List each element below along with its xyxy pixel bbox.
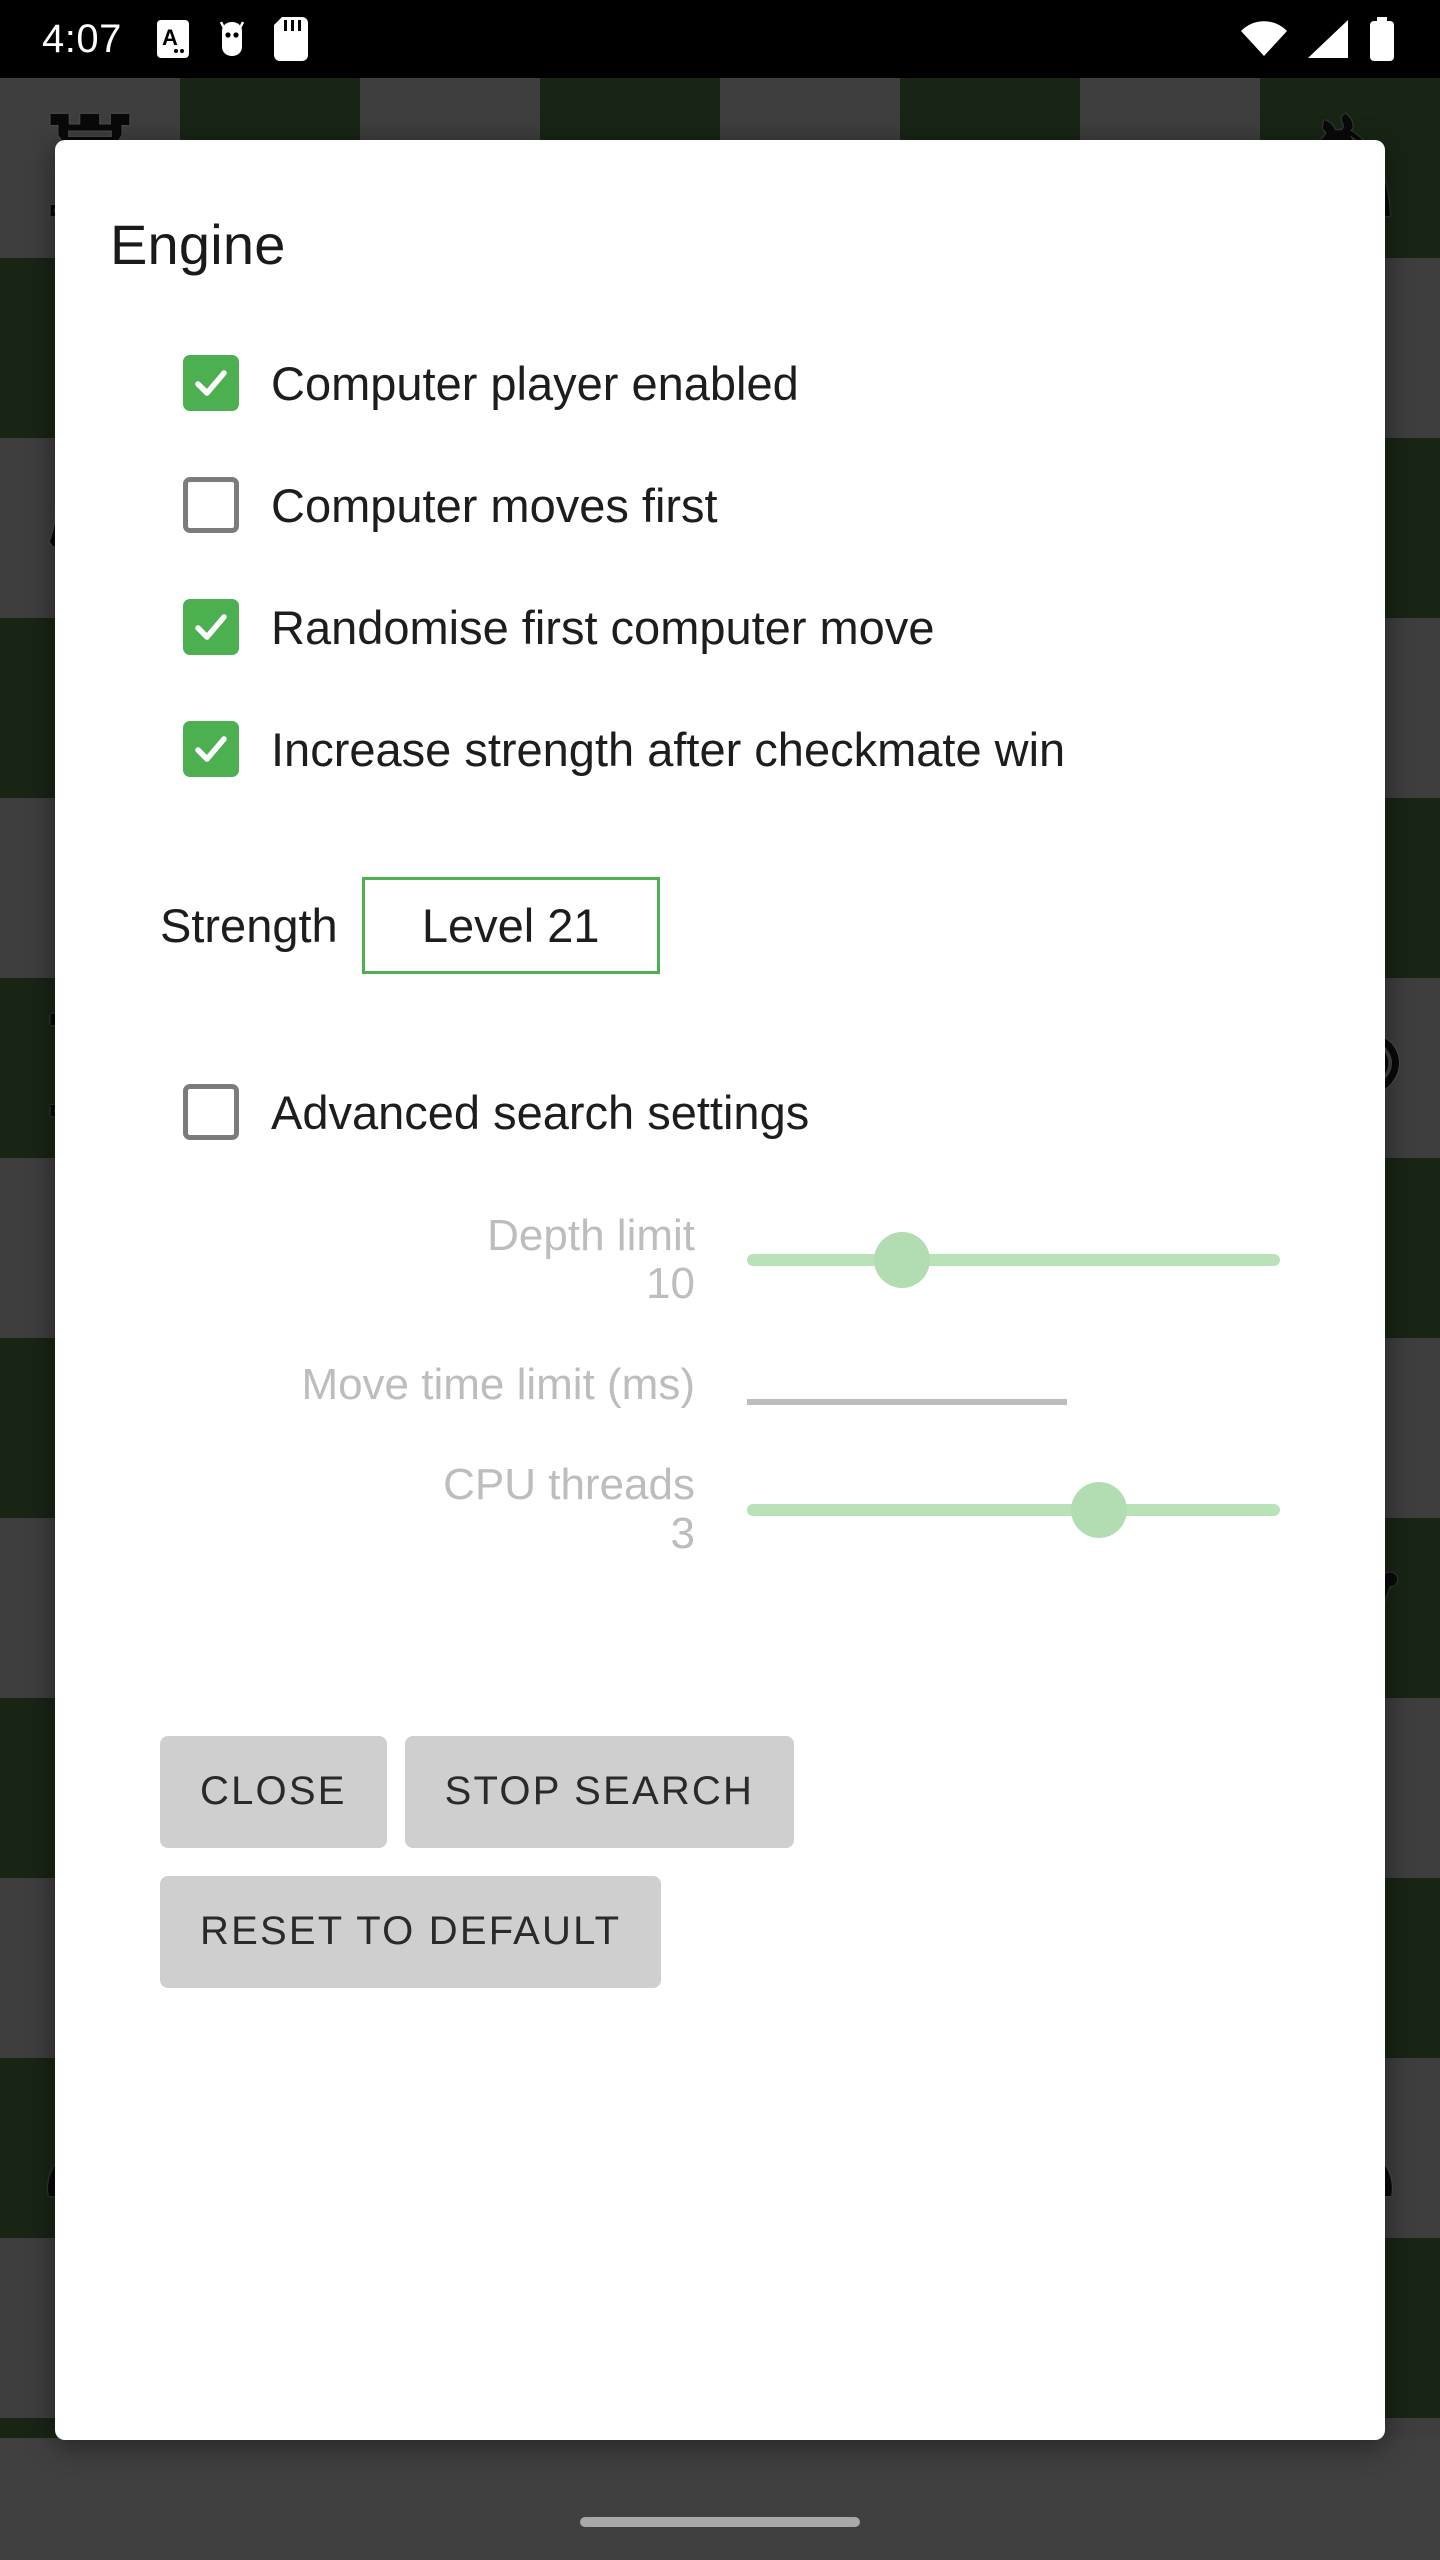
checkbox-label: Computer moves first <box>271 478 718 532</box>
slider-thumb[interactable] <box>1070 1481 1127 1538</box>
strength-value: Level 21 <box>421 899 600 952</box>
checkbox-row-advanced-search-settings[interactable]: Advanced search settings <box>183 1084 1385 1140</box>
slider-track <box>747 1254 1280 1267</box>
svg-text:A: A <box>162 25 178 50</box>
sd-card-icon <box>273 17 308 61</box>
slider-thumb[interactable] <box>873 1232 930 1289</box>
dialog-action-row-secondary: RESET TO DEFAULT <box>160 1875 1385 1988</box>
checkbox-checked-icon[interactable] <box>183 599 239 655</box>
checkbox-label: Increase strength after checkmate win <box>271 722 1066 776</box>
strength-row: Strength Level 21 <box>160 877 1385 974</box>
engine-settings-dialog: Engine Computer player enabled Computer … <box>55 140 1385 2440</box>
cell-signal-icon <box>1308 20 1348 58</box>
checkbox-checked-icon[interactable] <box>183 355 239 411</box>
checkbox-row-computer-player-enabled[interactable]: Computer player enabled <box>183 355 1385 411</box>
checkbox-row-increase-strength-after-checkmate-win[interactable]: Increase strength after checkmate win <box>183 721 1385 777</box>
depth-limit-label: Depth limit <box>487 1211 695 1260</box>
cpu-threads-label-group: CPU threads 3 <box>55 1460 695 1558</box>
checkbox-label: Advanced search settings <box>271 1085 810 1139</box>
cpu-threads-slider[interactable] <box>747 1480 1280 1540</box>
reset-to-default-button[interactable]: RESET TO DEFAULT <box>160 1875 662 1988</box>
checkbox-unchecked-icon[interactable] <box>183 1084 239 1140</box>
status-bar-clock: 4:07 <box>42 16 122 61</box>
cpu-threads-control <box>747 1480 1280 1540</box>
checkbox-label: Computer player enabled <box>271 356 799 410</box>
checkbox-unchecked-icon[interactable] <box>183 477 239 533</box>
depth-limit-label-group: Depth limit 10 <box>55 1211 695 1309</box>
param-row-depth-limit: Depth limit 10 <box>55 1211 1385 1309</box>
status-bar-notification-icons: A <box>156 17 308 61</box>
move-time-limit-label: Move time limit (ms) <box>301 1359 695 1409</box>
dialog-action-row-primary: CLOSE STOP SEARCH <box>160 1735 1385 1848</box>
checkbox-row-computer-moves-first[interactable]: Computer moves first <box>183 477 1385 533</box>
move-time-limit-control <box>747 1365 1280 1405</box>
close-button[interactable]: CLOSE <box>160 1735 387 1848</box>
battery-icon <box>1370 17 1394 61</box>
screen-root: ♜♞♞♝♜♚♝♛♟♟ 4:07 A <box>0 0 1440 2560</box>
checkbox-label: Randomise first computer move <box>271 600 935 654</box>
depth-limit-value: 10 <box>646 1259 695 1309</box>
dialog-title: Engine <box>110 213 286 276</box>
wifi-icon <box>1241 21 1287 56</box>
status-bar-system-icons <box>1240 17 1396 61</box>
depth-limit-slider[interactable] <box>747 1230 1280 1290</box>
cpu-threads-label: CPU threads <box>443 1460 695 1510</box>
status-bar: 4:07 A <box>0 0 1440 78</box>
param-row-cpu-threads: CPU threads 3 <box>55 1460 1385 1558</box>
checkbox-checked-icon[interactable] <box>183 721 239 777</box>
strength-label: Strength <box>160 899 338 952</box>
cpu-threads-value: 3 <box>670 1508 695 1558</box>
android-debug-icon <box>219 21 244 56</box>
strength-input[interactable]: Level 21 <box>361 877 660 974</box>
font-size-icon: A <box>156 20 189 58</box>
stop-search-button[interactable]: STOP SEARCH <box>404 1735 795 1848</box>
param-row-move-time-limit: Move time limit (ms) <box>55 1359 1385 1409</box>
slider-track <box>747 1503 1280 1516</box>
move-time-limit-input[interactable] <box>747 1398 1067 1405</box>
depth-limit-control <box>747 1230 1280 1290</box>
checkbox-row-randomise-first-computer-move[interactable]: Randomise first computer move <box>183 599 1385 655</box>
